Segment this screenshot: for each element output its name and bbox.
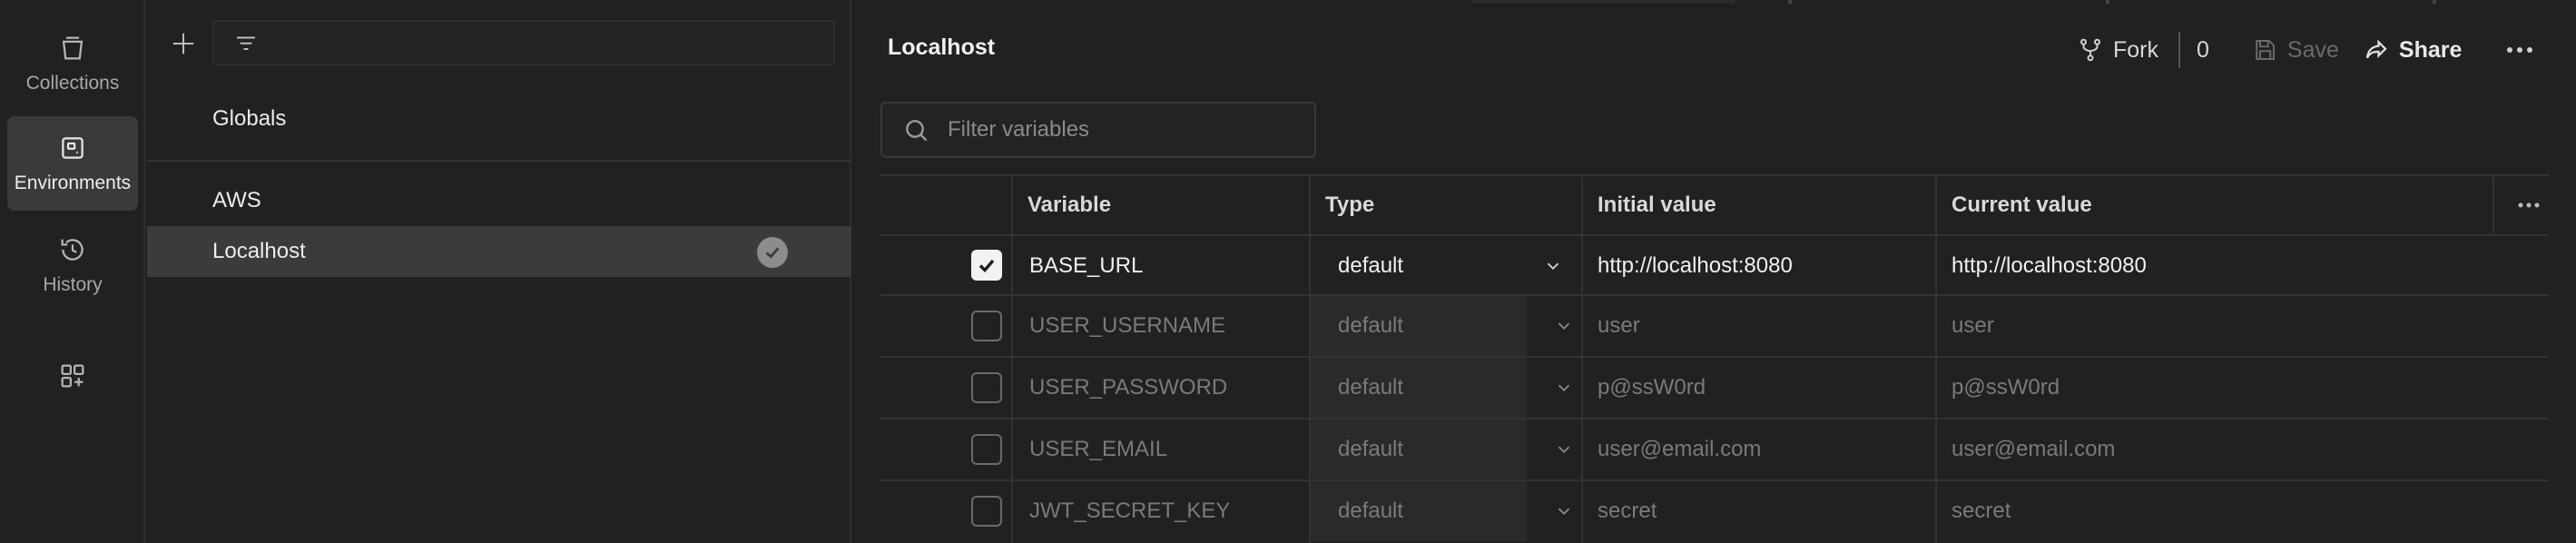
share-button[interactable]: Share	[2363, 36, 2462, 64]
type-value: default	[1338, 313, 1404, 338]
current-value-cell[interactable]: user	[1952, 296, 1994, 356]
chevron-down-icon	[1547, 262, 1559, 271]
current-value-cell[interactable]: secret	[1952, 481, 2011, 541]
ellipsis-icon	[2518, 202, 2540, 208]
more-actions-button[interactable]	[2505, 44, 2534, 55]
fork-count: 0	[2197, 36, 2209, 63]
plus-icon	[172, 33, 194, 54]
type-select[interactable]: default	[1311, 296, 1527, 356]
save-icon	[2256, 40, 2275, 60]
type-select[interactable]: default	[1311, 236, 1581, 296]
variable-name-cell[interactable]: BASE_URL	[1029, 236, 1143, 296]
divider	[2178, 32, 2180, 68]
environment-item-globals[interactable]: Globals	[147, 94, 851, 144]
rail-label-history: History	[43, 274, 103, 295]
checkmark-icon	[978, 259, 995, 273]
fork-label: Fork	[2113, 36, 2158, 63]
row-enabled-checkbox[interactable]	[971, 372, 1002, 403]
current-value-cell[interactable]: p@ssW0rd	[1952, 358, 2060, 418]
variable-name-cell[interactable]: USER_PASSWORD	[1029, 358, 1227, 418]
fork-button[interactable]: Fork	[2077, 36, 2158, 64]
tab-strip-edge	[853, 0, 2576, 4]
current-value-cell[interactable]: user@email.com	[1952, 420, 2115, 479]
column-header-current-value: Current value	[1952, 193, 2092, 217]
environment-name: Localhost	[212, 239, 306, 263]
type-select[interactable]: default	[1311, 420, 1527, 479]
collections-icon	[62, 36, 84, 60]
chevron-down-icon	[1558, 322, 1570, 331]
initial-value-cell[interactable]: http://localhost:8080	[1598, 236, 1793, 296]
type-select[interactable]: default	[1311, 358, 1527, 418]
chevron-down-icon	[1558, 446, 1570, 454]
environment-name: AWS	[212, 188, 261, 212]
column-options-button[interactable]	[2492, 174, 2565, 236]
sort-filter-icon[interactable]	[232, 31, 260, 58]
share-label: Share	[2398, 36, 2463, 63]
environment-name: Globals	[212, 106, 287, 131]
environment-search-input[interactable]	[212, 20, 835, 65]
history-icon	[61, 239, 84, 261]
header-actions: Fork 0 Save Share	[2077, 27, 2534, 73]
search-icon	[906, 120, 928, 142]
pane-toolbar	[147, 20, 851, 67]
type-value: default	[1338, 437, 1404, 461]
rail-item-add-workbench[interactable]	[7, 329, 138, 423]
environment-list-pane: Globals AWS Localhost	[147, 0, 851, 543]
rail-label-collections: Collections	[25, 73, 120, 94]
chevron-down-icon	[1558, 384, 1570, 392]
type-select[interactable]: default	[1311, 481, 1527, 541]
environment-item-localhost[interactable]: Localhost	[147, 226, 851, 277]
variable-name-cell[interactable]: USER_USERNAME	[1029, 296, 1225, 356]
type-value: default	[1338, 253, 1404, 278]
initial-value-cell[interactable]: secret	[1598, 481, 1657, 541]
save-button[interactable]: Save	[2251, 36, 2339, 64]
chevron-down-icon	[1558, 508, 1570, 516]
rail-item-history[interactable]: History	[7, 218, 138, 312]
initial-value-cell[interactable]: user	[1598, 296, 1640, 356]
app-window: Collections Environments History Globals…	[0, 0, 2576, 543]
environment-item-aws[interactable]: AWS	[147, 175, 851, 226]
add-workbench-icon	[61, 364, 84, 388]
ellipsis-icon	[2507, 47, 2533, 53]
row-enabled-checkbox[interactable]	[971, 311, 1002, 341]
rail-item-environments[interactable]: Environments	[7, 116, 138, 211]
create-environment-button[interactable]	[165, 25, 202, 62]
divider	[147, 160, 851, 162]
environments-icon	[62, 137, 84, 159]
type-value: default	[1338, 375, 1404, 400]
filter-variables-field[interactable]	[948, 104, 1302, 156]
row-enabled-checkbox[interactable]	[971, 434, 1002, 465]
rail-label-environments: Environments	[14, 173, 132, 193]
current-value-cell[interactable]: http://localhost:8080	[1952, 236, 2147, 296]
environment-editor: Localhost Fork 0 Save Share Filter varia…	[853, 0, 2576, 543]
variables-table: Variable Type Initial value Current valu…	[880, 174, 2549, 543]
left-rail: Collections Environments History	[0, 0, 145, 543]
share-icon	[2365, 39, 2387, 59]
checkmark-icon	[765, 247, 780, 259]
column-header-initial-value: Initial value	[1598, 193, 1716, 217]
initial-value-cell[interactable]: p@ssW0rd	[1598, 358, 1706, 418]
row-enabled-checkbox[interactable]	[971, 250, 1002, 281]
set-active-environment-icon[interactable]	[757, 237, 788, 268]
variable-name-cell[interactable]: USER_EMAIL	[1029, 420, 1167, 479]
initial-value-cell[interactable]: user@email.com	[1598, 420, 1761, 479]
filter-variables-input[interactable]	[880, 102, 1316, 158]
row-enabled-checkbox[interactable]	[971, 496, 1002, 527]
fork-icon	[2080, 38, 2100, 62]
page-title: Localhost	[888, 35, 996, 60]
rail-item-collections[interactable]: Collections	[7, 16, 138, 111]
save-label: Save	[2286, 36, 2339, 63]
type-value: default	[1338, 499, 1404, 523]
column-header-variable: Variable	[1027, 193, 1112, 217]
variable-name-cell[interactable]: JWT_SECRET_KEY	[1029, 481, 1230, 541]
column-header-type: Type	[1325, 193, 1375, 217]
